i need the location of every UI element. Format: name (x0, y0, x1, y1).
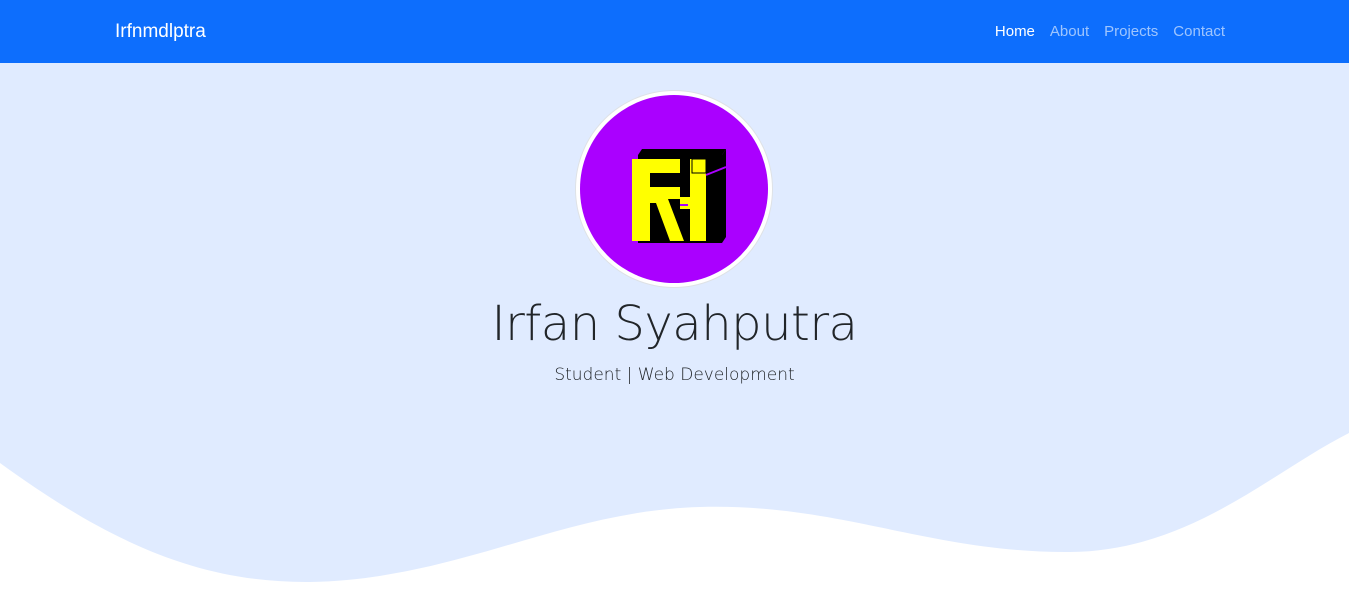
hero-tagline: Student | Web Development (554, 365, 795, 385)
nav-link-home[interactable]: Home (995, 23, 1035, 40)
hero-name: Irfan Syahputra (491, 296, 858, 352)
profile-avatar (576, 91, 772, 287)
nav-link-contact[interactable]: Contact (1173, 23, 1225, 40)
navbar-brand[interactable]: Irfnmdlptra (115, 20, 206, 44)
nav-item-about: About (1050, 21, 1089, 43)
nav-link-about[interactable]: About (1050, 23, 1089, 40)
nav-link-projects[interactable]: Projects (1104, 23, 1158, 40)
nav-item-projects: Projects (1104, 21, 1158, 43)
navbar: Irfnmdlptra Home About Projects Contact (0, 0, 1349, 63)
nav-links: Home About Projects Contact (995, 21, 1225, 43)
rf-monogram-logo-icon (580, 95, 768, 283)
nav-item-home: Home (995, 21, 1035, 43)
nav-item-contact: Contact (1173, 21, 1225, 43)
